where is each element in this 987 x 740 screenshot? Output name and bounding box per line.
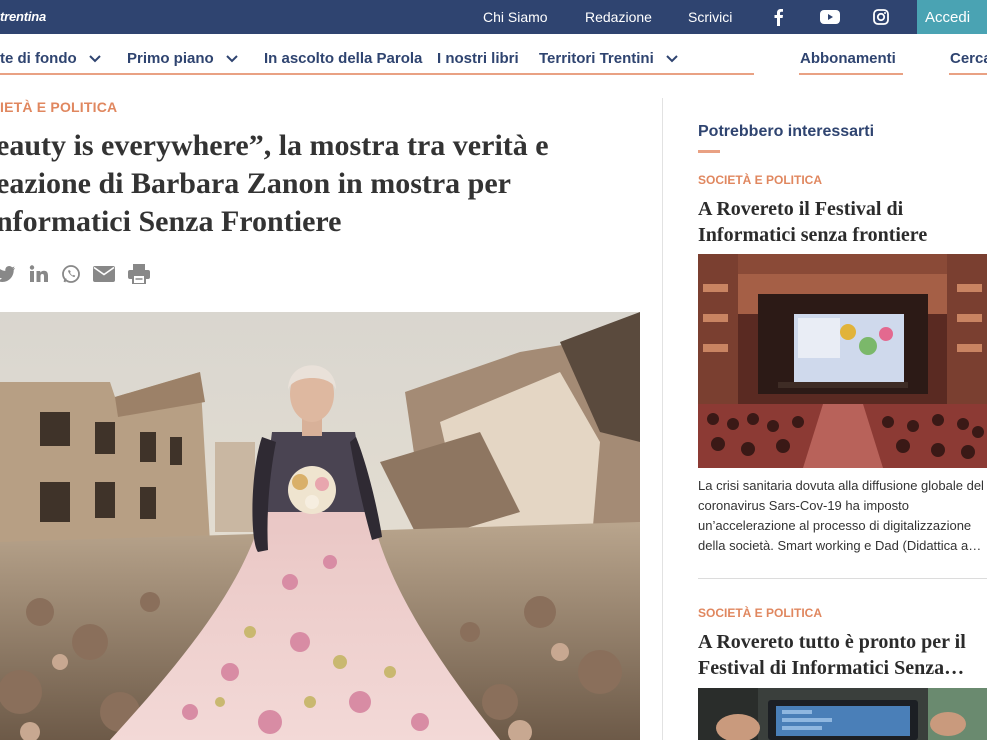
card-title-line: A Rovereto tutto è pronto per il — [698, 631, 966, 653]
scrivici-link[interactable]: Scrivici — [688, 9, 732, 25]
nav-item-label: Cerca — [950, 50, 987, 67]
article-hero-image — [0, 312, 640, 740]
nav-item-label: Abbonamenti — [800, 50, 896, 67]
card-excerpt-line: un’accelerazione al processo di digitali… — [698, 518, 972, 533]
card-title-line: Festival di Informatici Senza… — [698, 657, 965, 679]
brand-logo[interactable]: trentina — [0, 9, 46, 24]
nav-item-label: Territori Trentini — [539, 50, 654, 67]
article-title-line: eauty is everywhere”, la mostra tra veri… — [0, 129, 549, 162]
card-separator — [698, 578, 987, 579]
sidebar-title: Potrebbero interessarti — [698, 123, 875, 140]
card-image[interactable] — [698, 688, 987, 740]
card-category[interactable]: SOCIETÀ E POLITICA — [698, 606, 822, 620]
chevron-down-icon — [88, 54, 101, 62]
sidebar-title-underline — [698, 150, 720, 153]
email-icon[interactable] — [93, 266, 115, 282]
card-excerpt-line: coronavirus Sars-Cov-19 ha imposto — [698, 498, 909, 513]
nav-item-label: te di fondo — [0, 50, 77, 67]
article-title-line: eazione di Barbara Zanon in mostra per — [0, 167, 511, 200]
linkedin-icon[interactable] — [29, 265, 49, 283]
chevron-down-icon — [666, 54, 678, 62]
card-title[interactable]: A Rovereto tutto è pronto per il Festiva… — [698, 629, 987, 681]
card-excerpt-line: La crisi sanitaria dovuta alla diffusion… — [698, 478, 984, 493]
card-excerpt-line: della società. Smart working e Dad (Dida… — [698, 538, 982, 553]
nav-item-primo-piano[interactable]: Primo piano — [127, 50, 238, 67]
subscriptions-underline — [799, 73, 903, 75]
whatsapp-icon[interactable] — [61, 264, 81, 284]
column-divider — [662, 98, 663, 740]
nav-item-label: In ascolto della Parola — [264, 50, 423, 67]
top-bar: trentina Chi Siamo Redazione Scrivici Ac… — [0, 0, 987, 34]
article-title-line: nformatici Senza Frontiere — [0, 205, 342, 238]
instagram-icon[interactable] — [870, 6, 892, 28]
chi-siamo-link[interactable]: Chi Siamo — [483, 9, 548, 25]
nav-item-territori-trentini[interactable]: Territori Trentini — [539, 50, 678, 67]
login-button[interactable]: Accedi — [917, 0, 987, 34]
card-title-line: A Rovereto il Festival di — [698, 198, 904, 220]
print-icon[interactable] — [128, 264, 150, 284]
facebook-icon[interactable] — [767, 6, 789, 28]
twitter-icon[interactable] — [0, 265, 16, 283]
nav-item-nostri-libri[interactable]: I nostri libri — [437, 50, 519, 67]
article-category[interactable]: IETÀ E POLITICA — [0, 99, 117, 115]
share-bar — [0, 262, 150, 286]
card-image[interactable] — [698, 254, 987, 468]
nav-item-label: I nostri libri — [437, 50, 519, 67]
redazione-link[interactable]: Redazione — [585, 9, 652, 25]
nav-item-label: Primo piano — [127, 50, 214, 67]
nav-item-abbonamenti[interactable]: Abbonamenti — [800, 50, 896, 67]
nav-underline — [0, 73, 754, 75]
nav-item-ascolto-parola[interactable]: In ascolto della Parola — [264, 50, 422, 67]
chevron-down-icon — [225, 54, 238, 62]
nav-item-cerca[interactable]: Cerca — [950, 50, 987, 67]
card-title-line: Informatici senza frontiere — [698, 224, 928, 246]
nav-item-fondo[interactable]: te di fondo — [0, 50, 101, 67]
card-title[interactable]: A Rovereto il Festival di Informatici se… — [698, 196, 987, 248]
card-category[interactable]: SOCIETÀ E POLITICA — [698, 173, 822, 187]
search-underline — [949, 73, 987, 75]
card-excerpt: La crisi sanitaria dovuta alla diffusion… — [698, 476, 987, 556]
article-title: eauty is everywhere”, la mostra tra veri… — [0, 127, 616, 241]
youtube-icon[interactable] — [819, 6, 841, 28]
